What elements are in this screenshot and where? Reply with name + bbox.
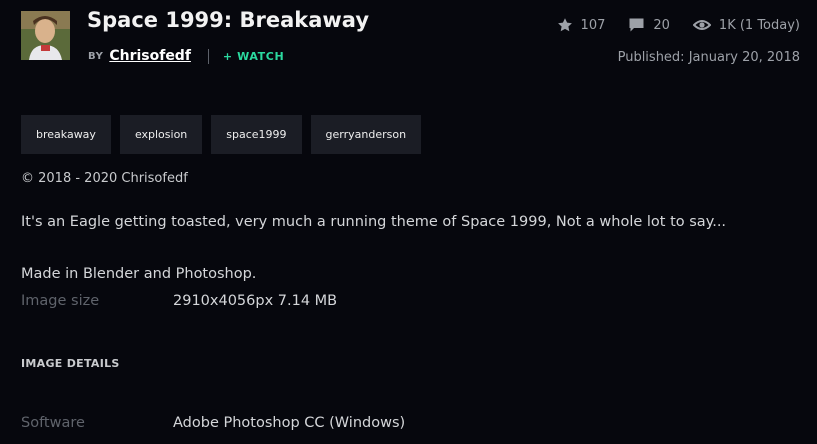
author-link[interactable]: Chrisofedf [109,48,191,64]
copyright-notice: © 2018 - 2020 Chrisofedf [21,171,188,186]
published-date: Published: January 20, 2018 [617,50,800,65]
image-size-label: Image size [21,293,100,309]
author-avatar[interactable] [21,11,70,60]
description-line-2: Made in Blender and Photoshop. [21,266,257,282]
tag-list: breakaway explosion space1999 gerryander… [21,115,430,154]
tag-breakaway[interactable]: breakaway [21,115,111,154]
byline: BY Chrisofedf + WATCH [88,48,284,64]
by-label: BY [88,50,104,62]
deviation-title: Space 1999: Breakaway [87,8,370,32]
software-label: Software [21,415,85,431]
comments-count: 20 [653,17,670,33]
byline-divider [207,48,209,64]
favourites-count: 107 [580,17,606,33]
views-stat: 1K (1 Today) [692,17,800,33]
avatar-portrait [21,11,70,60]
views-count: 1K (1 Today) [718,17,800,33]
tag-gerryanderson[interactable]: gerryanderson [310,115,422,154]
favourites-stat[interactable]: 107 [557,17,606,33]
image-size-value: 2910x4056px 7.14 MB [173,293,338,309]
star-icon [557,18,572,32]
eye-icon [692,20,711,30]
tag-explosion[interactable]: explosion [119,115,203,154]
watch-button[interactable]: + WATCH [223,50,284,63]
software-value: Adobe Photoshop CC (Windows) [173,415,406,431]
image-details-heading: IMAGE DETAILS [21,357,120,370]
description-line-1: It's an Eagle getting toasted, very much… [21,214,727,230]
comment-icon [629,18,644,32]
deviation-stats: 107 20 1K (1 Today) [557,17,800,33]
comments-stat[interactable]: 20 [628,17,670,33]
tag-space1999[interactable]: space1999 [211,115,302,154]
